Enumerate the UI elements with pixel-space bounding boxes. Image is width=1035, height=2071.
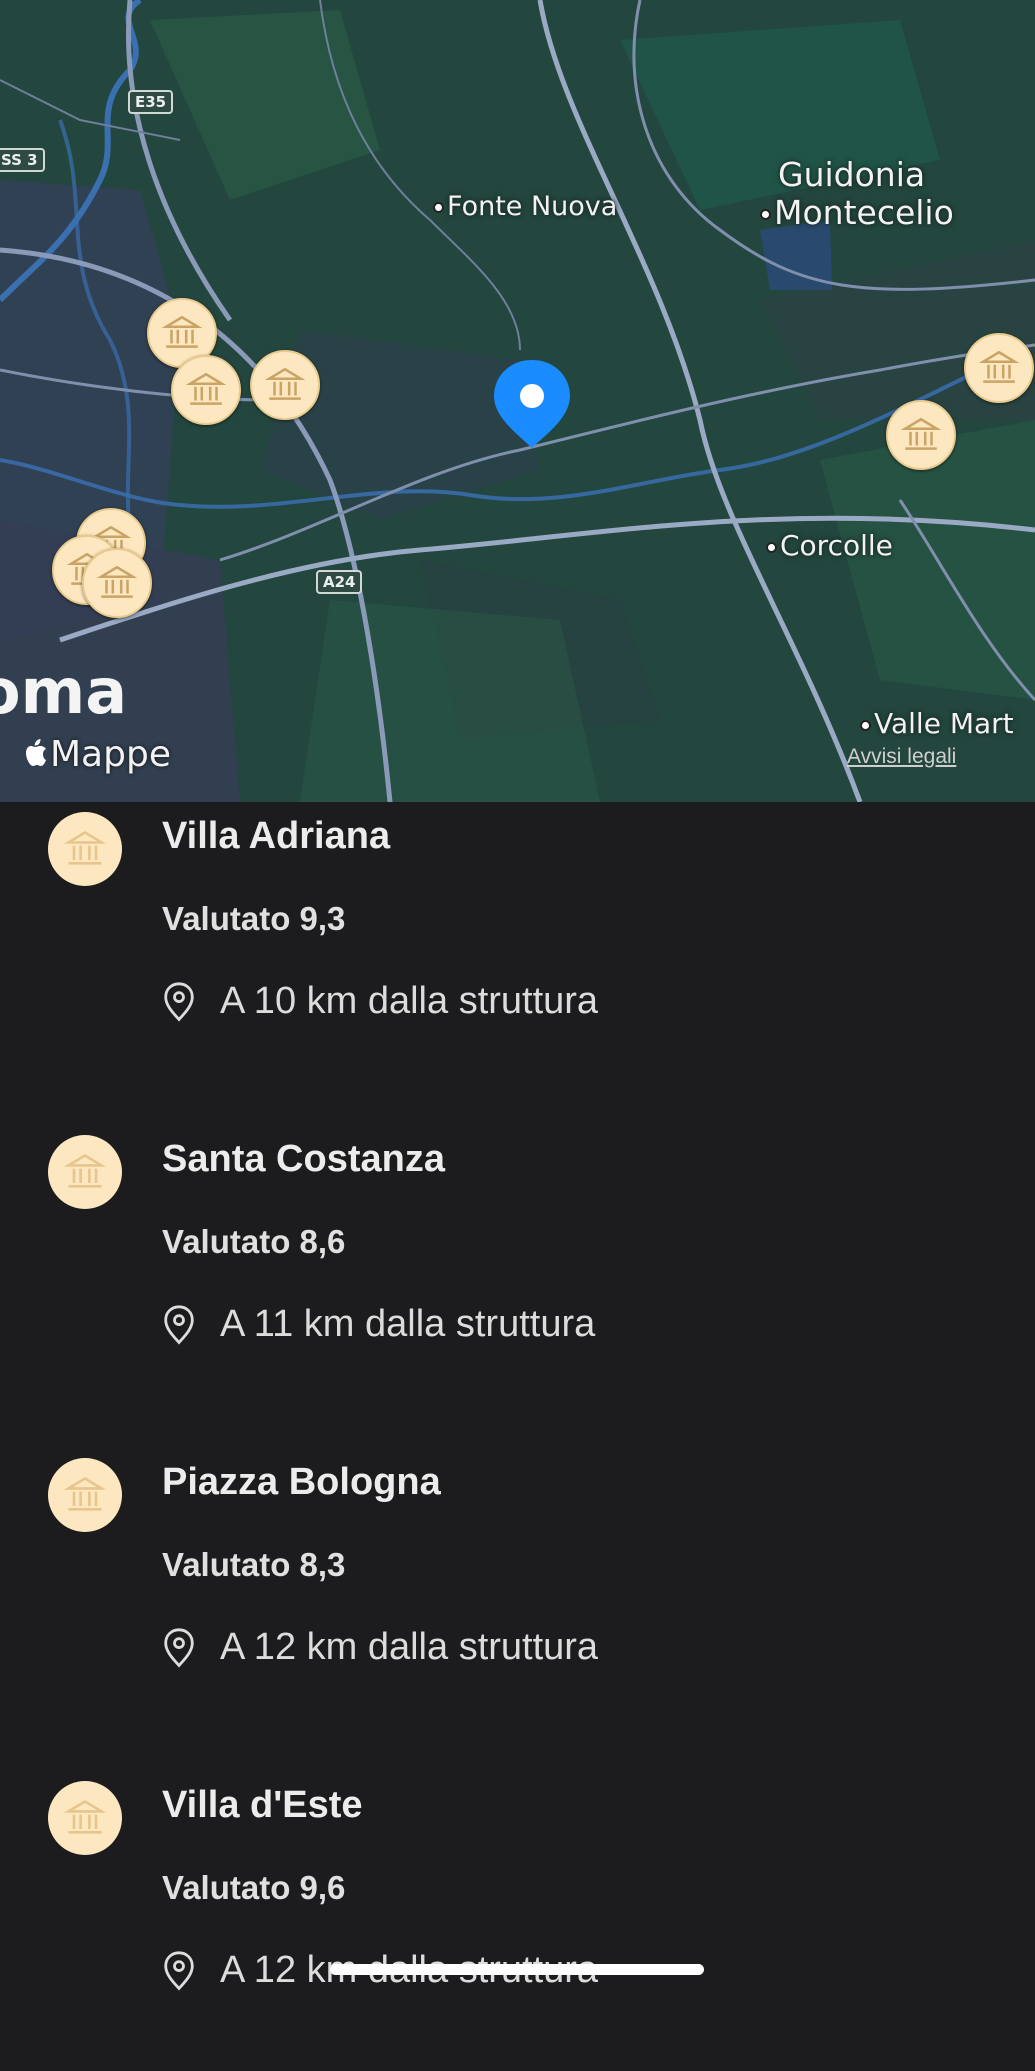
map-pin-icon <box>164 1627 194 1668</box>
attraction-rating: Valutato 8,3 <box>162 1546 346 1583</box>
museum-icon <box>48 812 122 886</box>
museum-icon <box>185 372 227 405</box>
list-item[interactable]: Villa Adriana Valutato 9,3 A 10 km dalla… <box>0 802 1035 1102</box>
place-label-guidonia: Guidonia Montecelio <box>760 155 954 232</box>
attraction-distance: A 12 km dalla struttura <box>162 1626 598 1669</box>
place-dot <box>860 719 871 731</box>
place-label-line: Guidonia <box>778 155 926 194</box>
location-pin-icon[interactable] <box>492 358 572 450</box>
attraction-name: Villa Adriana <box>162 815 391 857</box>
road-shield-e35: E35 <box>128 90 174 114</box>
map-pin-icon <box>164 1950 194 1991</box>
place-label-fonte-nuova: Fonte Nuova <box>433 191 617 222</box>
place-label-valle-mart: Valle Mart <box>860 707 1014 740</box>
museum-icon <box>978 350 1020 383</box>
attraction-distance: A 10 km dalla struttura <box>162 980 598 1023</box>
list-item[interactable]: Santa Costanza Valutato 8,6 A 11 km dall… <box>0 1125 1035 1425</box>
poi-marker[interactable] <box>171 355 241 425</box>
attraction-distance-label: A 10 km dalla struttura <box>220 980 599 1022</box>
maps-watermark-label: Mappe <box>50 734 171 775</box>
map-pin-icon <box>164 1304 194 1345</box>
attraction-distance-label: A 12 km dalla struttura <box>220 1626 599 1668</box>
museum-icon <box>161 315 203 348</box>
home-indicator[interactable] <box>330 1964 704 1975</box>
map-view[interactable]: E35 SS 3 A24 Fonte Nuova Guidonia Montec… <box>0 0 1035 802</box>
museum-icon <box>96 565 138 598</box>
maps-watermark: Mappe <box>26 734 171 775</box>
apple-logo-icon <box>26 739 46 766</box>
poi-marker[interactable] <box>886 400 956 470</box>
place-label-line: Montecelio <box>774 193 954 232</box>
poi-marker[interactable] <box>250 350 320 420</box>
place-dot <box>433 202 444 213</box>
museum-icon <box>48 1135 122 1209</box>
attraction-name: Santa Costanza <box>162 1138 445 1180</box>
attraction-distance-label: A 11 km dalla struttura <box>220 1303 596 1345</box>
place-label-roma: oma <box>0 655 128 728</box>
museum-icon <box>900 417 942 450</box>
place-dot <box>766 541 777 553</box>
attraction-name: Piazza Bologna <box>162 1461 441 1503</box>
museum-icon <box>48 1458 122 1532</box>
poi-marker[interactable] <box>82 548 152 618</box>
place-label-corcolle: Corcolle <box>766 529 893 562</box>
attraction-rating: Valutato 9,6 <box>162 1869 346 1906</box>
attraction-rating: Valutato 9,3 <box>162 900 346 937</box>
attraction-distance: A 11 km dalla struttura <box>162 1303 595 1346</box>
poi-marker[interactable] <box>964 333 1034 403</box>
road-shield-ss3: SS 3 <box>0 148 45 172</box>
place-dot <box>760 209 771 220</box>
map-pin-icon <box>164 981 194 1022</box>
attraction-name: Villa d'Este <box>162 1784 363 1826</box>
legal-notices-link[interactable]: Avvisi legali <box>847 745 956 769</box>
museum-icon <box>264 367 306 400</box>
museum-icon <box>48 1781 122 1855</box>
list-item[interactable]: Villa d'Este Valutato 9,6 A 12 km dalla … <box>0 1771 1035 2071</box>
road-shield-a24: A24 <box>316 570 363 594</box>
attraction-rating: Valutato 8,6 <box>162 1223 346 1260</box>
list-item[interactable]: Piazza Bologna Valutato 8,3 A 12 km dall… <box>0 1448 1035 1748</box>
